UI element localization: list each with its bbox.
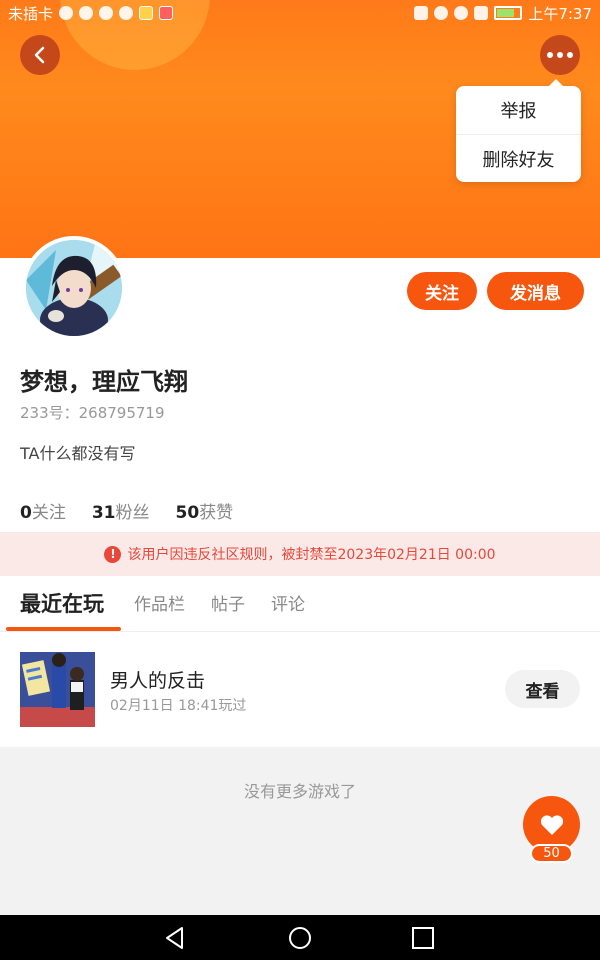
stat-fans[interactable]: 31粉丝 — [92, 498, 150, 523]
send-message-button[interactable]: 发消息 — [487, 272, 584, 310]
chevron-left-icon — [34, 46, 45, 64]
warning-icon: ! — [104, 545, 122, 563]
game-title: 男人的反击 — [110, 670, 206, 692]
ban-notice-text: 该用户因违反社区规则，被封禁至2023年02月21日 00:00 — [127, 547, 496, 563]
stat-label: 粉丝 — [115, 503, 150, 523]
tab-posts[interactable]: 帖子 — [211, 590, 245, 615]
profile-tabs: 最近在玩 作品栏 帖子 评论 — [0, 576, 600, 632]
stat-label: 获赞 — [199, 503, 234, 523]
nav-recents-icon[interactable] — [410, 925, 436, 951]
notification-icon — [79, 6, 94, 20]
avatar-image — [26, 240, 122, 336]
no-more-games-text: 没有更多游戏了 — [243, 782, 356, 801]
like-count-badge: 50 — [530, 844, 573, 863]
avatar[interactable] — [22, 236, 126, 340]
game-thumbnail — [20, 652, 95, 727]
notification-icon — [119, 6, 134, 20]
menu-item-report[interactable]: 举报 — [456, 86, 581, 134]
more-options-button[interactable] — [540, 35, 580, 75]
vibrate-icon — [414, 6, 429, 20]
heart-icon — [540, 814, 563, 835]
nav-home-icon[interactable] — [287, 925, 313, 951]
tab-recently-played[interactable]: 最近在玩 — [20, 588, 104, 618]
user-id: 233号：268795719 — [20, 404, 165, 422]
view-game-button[interactable]: 查看 — [505, 670, 580, 708]
ban-notice-banner: ! 该用户因违反社区规则，被封禁至2023年02月21日 00:00 — [0, 532, 600, 576]
menu-item-delete-friend[interactable]: 删除好友 — [456, 134, 581, 182]
game-played-time: 02月11日 18:41玩过 — [110, 698, 247, 714]
back-button[interactable] — [20, 35, 60, 75]
sim-icon — [474, 6, 489, 20]
stat-following[interactable]: 0关注 — [20, 498, 66, 523]
game-cover-image — [20, 652, 95, 727]
tab-works[interactable]: 作品栏 — [134, 590, 185, 615]
wifi-icon — [454, 6, 469, 20]
system-navigation-bar — [0, 915, 600, 960]
user-bio: TA什么都没有写 — [20, 444, 136, 463]
stat-likes[interactable]: 50获赞 — [176, 498, 234, 523]
notification-icon — [59, 6, 74, 20]
active-tab-indicator — [6, 627, 121, 631]
app-notification-icon — [159, 6, 174, 20]
battery-icon — [494, 6, 523, 20]
app-notification-icon — [139, 6, 154, 20]
options-popup-menu: 举报 删除好友 — [456, 79, 581, 182]
stat-label: 关注 — [31, 503, 66, 523]
stat-count: 50 — [175, 503, 200, 523]
profile-stats: 0关注 31粉丝 50获赞 — [20, 498, 233, 523]
follow-button[interactable]: 关注 — [407, 272, 477, 310]
notification-icon — [99, 6, 114, 20]
alarm-icon — [434, 6, 449, 20]
stat-count: 31 — [91, 503, 116, 523]
carrier-text: 未插卡 — [8, 4, 54, 23]
more-dots-icon — [547, 52, 573, 58]
nav-back-icon[interactable] — [162, 925, 188, 951]
stat-count: 0 — [20, 503, 32, 523]
status-bar: 未插卡 上午7:37 — [0, 0, 600, 26]
clock-text: 上午7:37 — [528, 4, 592, 23]
list-item[interactable]: 男人的反击 02月11日 18:41玩过 查看 — [0, 632, 600, 747]
username: 梦想，理应飞翔 — [20, 368, 188, 396]
tab-comments[interactable]: 评论 — [271, 590, 305, 615]
